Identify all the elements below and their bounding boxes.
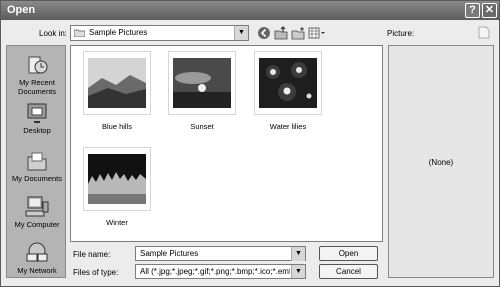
thumbnail [254,51,322,115]
views-menu-icon[interactable] [308,26,326,40]
close-button[interactable]: ✕ [482,3,497,18]
title-bar[interactable]: Open ? ✕ [1,1,499,20]
look-in-label: Look in: [39,29,68,38]
file-name: Winter [106,218,128,227]
my-network-icon [26,242,48,262]
file-name-combobox[interactable]: Sample Pictures ▼ [135,246,306,261]
winter-thumbnail [88,154,146,204]
file-name: Blue hills [101,122,132,131]
file-type-value: All (*.jpg;*.jpeg;*.gif;*.png;*.bmp;*.ic… [140,267,290,276]
folder-icon [74,29,85,37]
preview-status: (None) [428,158,454,167]
file-name: Water lilies [269,122,307,131]
places-item-label: My Network [17,266,57,275]
water-lilies-thumbnail [259,58,317,108]
places-item-desktop[interactable]: Desktop [7,102,67,135]
file-item-blue-hills[interactable]: Blue hills [83,51,151,131]
places-item-my-network[interactable]: My Network [7,242,67,275]
file-item-water-lilies[interactable]: Water lilies [254,51,322,131]
places-item-my-computer[interactable]: My Computer [7,196,67,229]
thumbnail [83,51,151,115]
chevron-down-icon[interactable]: ▼ [291,247,305,261]
places-item-label: Desktop [23,126,51,135]
look-in-value: Sample Pictures [89,28,148,37]
file-item-winter[interactable]: Winter [83,147,151,227]
up-folder-icon[interactable] [274,26,288,40]
file-name-label: File name: [73,250,111,259]
sunset-thumbnail [173,58,231,108]
picture-preview-pane: (None) [388,45,494,278]
thumbnail [83,147,151,211]
back-icon[interactable] [257,26,271,40]
blue-hills-thumbnail [88,58,146,108]
new-folder-icon[interactable] [291,26,305,40]
cancel-button[interactable]: Cancel [319,264,378,279]
places-item-recent[interactable]: My Recent Documents [7,54,67,96]
file-type-label: Files of type: [73,268,119,277]
chevron-down-icon[interactable]: ▼ [234,26,248,40]
places-item-label: My Recent Documents [18,78,56,96]
picture-label: Picture: [387,29,415,38]
thumbnail [168,51,236,115]
places-item-label: My Documents [11,174,62,183]
file-item-sunset[interactable]: Sunset [168,51,236,131]
file-type-select[interactable]: All (*.jpg;*.jpeg;*.gif;*.png;*.bmp;*.ic… [135,264,306,279]
window-title: Open [7,4,36,16]
file-list[interactable]: Blue hills Sunset Water lilies Winter [70,45,383,242]
file-name: Sunset [190,122,214,131]
places-item-label: My Computer [14,220,60,229]
my-documents-icon [27,152,47,171]
preview-toggle-icon[interactable] [478,26,490,39]
help-button[interactable]: ? [465,3,480,18]
desktop-icon [27,103,47,123]
places-bar: My Recent Documents Desktop My Documents… [6,45,66,278]
my-computer-icon [25,196,49,217]
chevron-down-icon[interactable]: ▼ [291,265,305,278]
open-button[interactable]: Open [319,246,378,261]
file-name-field[interactable]: Sample Pictures [140,249,198,258]
look-in-dropdown[interactable]: Sample Pictures ▼ [70,25,249,41]
open-dialog: Open ? ✕ Look in: Sample Pictures ▼ Pict… [0,0,500,287]
recent-documents-icon [28,56,48,74]
places-item-my-documents[interactable]: My Documents [7,150,67,183]
